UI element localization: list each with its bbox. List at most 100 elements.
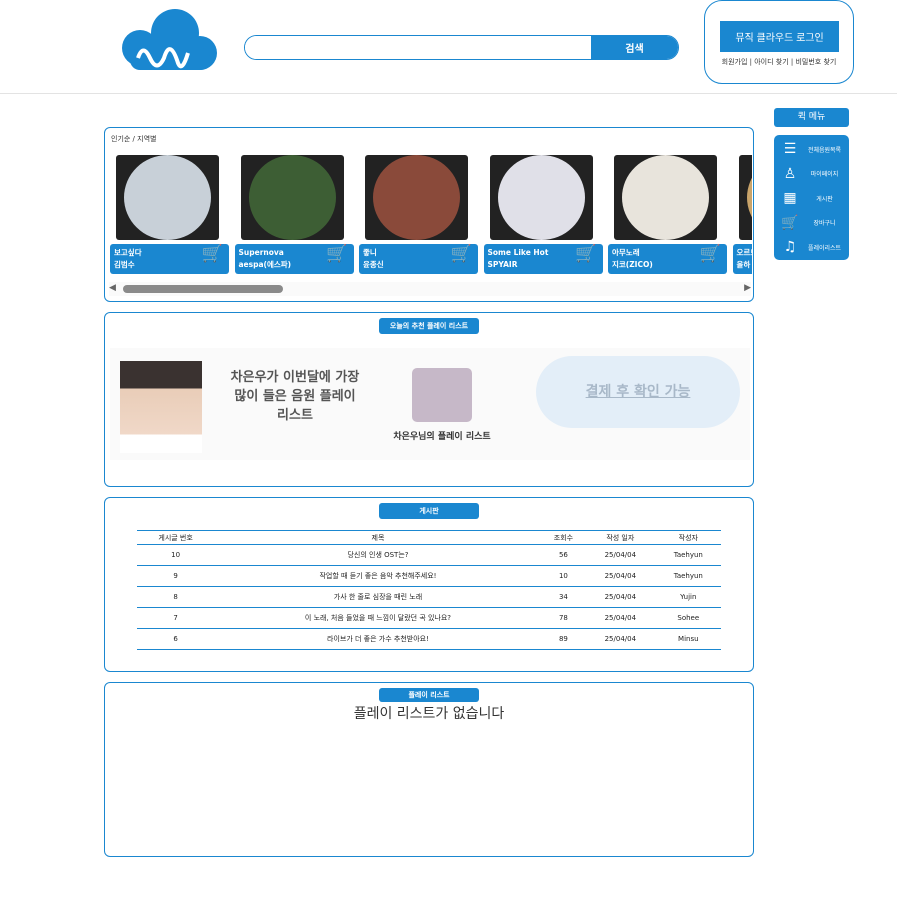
breadcrumb[interactable]: 인기순 / 지역별 [111,134,156,144]
find-password-link[interactable]: 비밀번호 찾기 [795,58,836,66]
board-icon: ▦ [783,190,797,207]
table-row[interactable]: 6 라이브가 더 좋은 가수 추천받아요! 89 25/04/04 Minsu [137,628,721,650]
board-table: 게시글 번호 제목 조회수 작성 일자 작성자 10 당신의 인생 OST는? 56 25/04… [137,530,721,650]
quick-menu-title: 퀵 메뉴 [774,108,849,127]
user-icon: ♙ [783,165,797,182]
album-art[interactable] [614,155,717,240]
table-cell: 25/04/04 [585,586,656,608]
login-box: 뮤직 클라우드 로그인 회원가입 | 아이디 찾기 | 비밀번호 찾기 [704,0,854,84]
search-bar: 검색 [244,35,679,60]
board-section: 게시판 게시글 번호 제목 조회수 작성 일자 작성자 10 당신의 인생 OST는? 56 2… [104,497,754,672]
login-button[interactable]: 뮤직 클라우드 로그인 [720,21,839,52]
horizontal-scrollbar[interactable]: ◀ ▶ [109,282,751,296]
table-cell[interactable]: 작업할 때 듣기 좋은 음악 추천해주세요! [214,565,542,587]
add-to-cart-icon[interactable]: 🛒 [326,246,347,263]
playlist-section: 플레이 리스트 플레이 리스트가 없습니다 [104,682,754,857]
recommend-tag: 오늘의 추천 플레이 리스트 [379,318,479,334]
table-row[interactable]: 9 작업할 때 듣기 좋은 음악 추천해주세요! 10 25/04/04 Taehyun [137,565,721,587]
song-label: Supernova aespa(에스파) 🛒 [234,244,354,274]
column-header: 제목 [214,530,542,545]
song-label: 오르트올하🛒 [732,244,753,274]
quick-menu-item[interactable]: ♙ 마이페이지 [774,162,849,187]
song-title[interactable]: 오르트 [737,247,753,259]
column-header: 작성 일자 [585,530,656,545]
table-cell: 25/04/04 [585,607,656,629]
quick-menu-item[interactable]: ♫ 플레이리스트 [774,235,849,260]
table-cell: 10 [137,544,215,566]
cart-icon: 🛒 [781,214,799,231]
table-cell[interactable]: 당신의 인생 OST는? [214,544,542,566]
quick-menu-label: 게시판 [816,195,833,203]
column-header: 게시글 번호 [137,530,215,545]
album-art[interactable] [738,155,752,240]
quick-menu-label: 플레이리스트 [807,244,842,252]
artist-photo [120,361,202,453]
recommend-banner: 차은우가 이번달에 가장 많이 들은 음원 플레이 리스트 차은우님의 플레이 … [110,348,750,460]
recommend-headline: 차은우가 이번달에 가장 많이 들은 음원 플레이 리스트 [230,370,360,423]
search-button[interactable]: 검색 [591,36,678,59]
playlist-name[interactable]: 차은우님의 플레이 리스트 [380,429,504,442]
table-cell: 78 [541,607,586,629]
table-cell: Taehyun [655,565,721,587]
table-cell[interactable]: 이 노래, 처음 들었을 때 느낌이 달랐던 곡 있나요? [214,607,542,629]
table-cell: 25/04/04 [585,628,656,650]
table-row[interactable]: 8 가사 한 줄로 심장을 때린 노래 34 25/04/04 Yujin [137,586,721,608]
song-label: 아무노래 지코(ZICO) 🛒 [608,244,727,274]
scrollbar-thumb[interactable] [123,285,283,293]
playlist-cover[interactable] [412,368,472,422]
column-header: 조회수 [541,530,586,545]
table-cell: 7 [137,607,215,629]
table-cell: 56 [541,544,586,566]
song-label: 보고싶다 김범수 🛒 [110,244,229,274]
add-to-cart-icon[interactable]: 🛒 [451,246,472,263]
recommend-section: 오늘의 추천 플레이 리스트 차은우가 이번달에 가장 많이 들은 음원 플레이… [104,312,754,487]
table-cell[interactable]: 가사 한 줄로 심장을 때린 노래 [214,586,542,608]
table-cell: Yujin [655,586,721,608]
album-art[interactable] [365,155,468,240]
list-icon: ☰ [783,141,797,158]
music-cloud-logo[interactable] [120,8,217,80]
quick-menu-item[interactable]: ☰ 전체음원목록 [774,137,849,162]
quick-menu-item[interactable]: ▦ 게시판 [774,186,849,211]
find-id-link[interactable]: 아이디 찾기 [754,58,788,66]
quick-menu-label: 마이페이지 [810,171,839,179]
song-artist: 올하 [736,260,751,269]
search-input[interactable] [245,36,591,59]
quick-menu-label: 전체음원목록 [807,146,842,154]
add-to-cart-icon[interactable]: 🛒 [202,246,223,263]
album-art[interactable] [240,155,344,240]
table-cell: 8 [137,586,215,608]
signup-link[interactable]: 회원가입 [722,58,748,66]
table-cell: Taehyun [655,544,721,566]
quick-menu-label: 장바구니 [813,220,836,228]
table-cell: 25/04/04 [585,544,656,566]
scroll-right-icon[interactable]: ▶ [744,283,751,293]
song-label: 좋니 윤종신 🛒 [359,244,478,274]
song-label: Some Like Hot SPYAIR 🛒 [483,244,603,274]
table-cell: 25/04/04 [585,565,656,587]
locked-playlist-button[interactable]: 결제 후 확인 가능 [536,356,740,428]
table-cell: 34 [541,586,586,608]
table-cell[interactable]: 라이브가 더 좋은 가수 추천받아요! [214,628,542,650]
add-to-cart-icon[interactable]: 🛒 [575,246,596,263]
table-cell: Minsu [655,628,721,650]
table-cell: Sohee [655,607,721,629]
quick-menu-item[interactable]: 🛒 장바구니 [774,211,849,236]
album-art[interactable] [489,155,593,240]
popular-section: 인기순 / 지역별 보고싶다 김범수 🛒 Supernova aespa(에스파) 🛒 좋니… [104,127,754,302]
table-cell: 89 [541,628,586,650]
quick-menu: ☰ 전체음원목록 ♙ 마이페이지 ▦ 게시판 🛒 장바구니 ♫ 플레이리스트 [774,135,849,260]
table-cell: 10 [541,565,586,587]
table-row[interactable]: 10 당신의 인생 OST는? 56 25/04/04 Taehyun [137,544,721,566]
add-to-cart-icon[interactable]: 🛒 [700,246,721,263]
scroll-left-icon[interactable]: ◀ [109,283,116,293]
playlist-tag[interactable]: 플레이 리스트 [379,688,479,702]
board-tag[interactable]: 게시판 [379,503,479,519]
table-row[interactable]: 7이 노래, 처음 들었을 때 느낌이 달랐던 곡 있나요? 78 25/04/04… [137,607,721,629]
album-art[interactable] [116,155,219,240]
playlist-empty-message: 플레이 리스트가 없습니다 [353,706,505,722]
song-carousel: 보고싶다 김범수 🛒 Supernova aespa(에스파) 🛒 좋니 윤종신 🛒 Some L… [110,155,752,275]
playlist-icon: ♫ [783,239,797,256]
table-cell: 9 [137,565,215,587]
column-header: 작성자 [655,530,721,545]
